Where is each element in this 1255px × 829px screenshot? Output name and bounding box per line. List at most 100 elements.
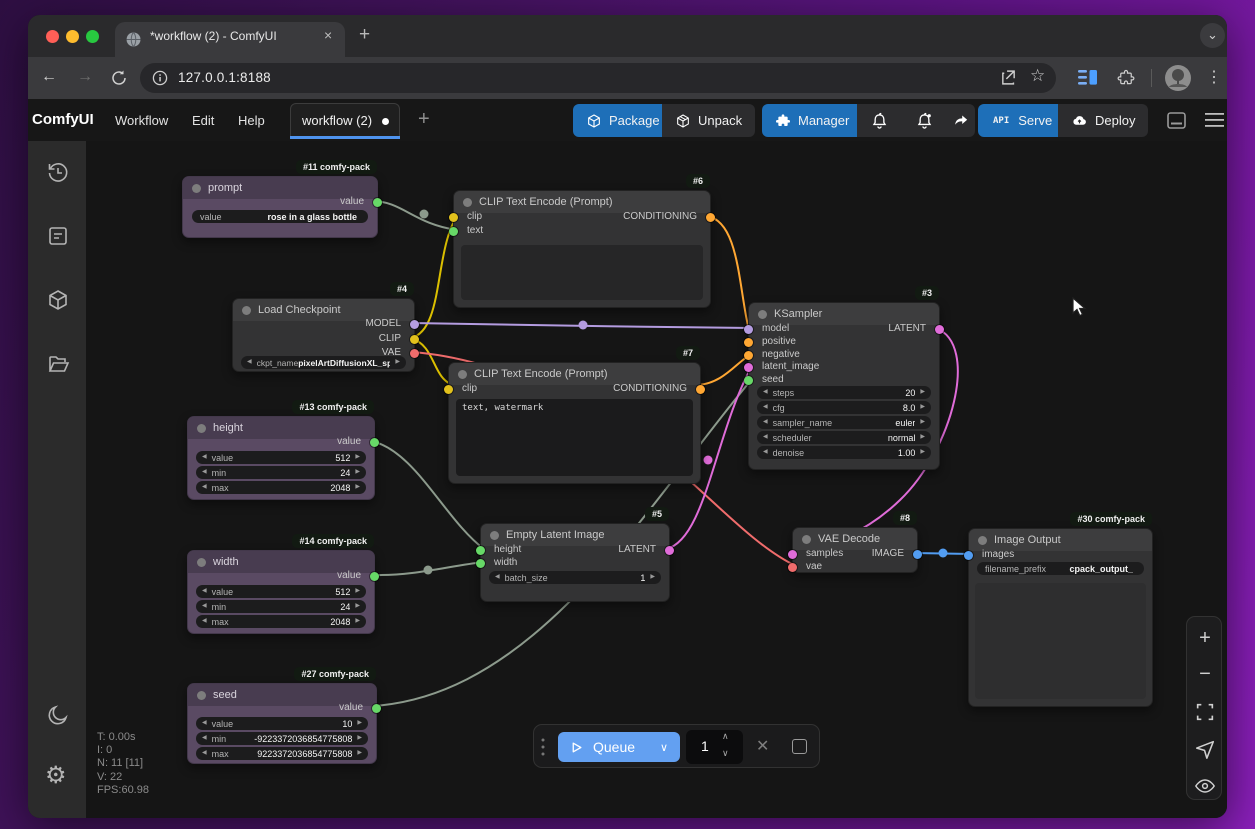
input-port-images[interactable] xyxy=(964,551,973,560)
zoom-in-icon[interactable]: + xyxy=(1194,627,1216,649)
widget-max[interactable]: ◀max2048▶ xyxy=(196,481,366,494)
next-option-icon[interactable]: ▶ xyxy=(920,416,925,429)
input-port-width[interactable] xyxy=(476,559,485,568)
workflows-folder-icon[interactable] xyxy=(46,352,70,376)
node-height[interactable]: #13 comfy-pack height value ◀value512▶ ◀… xyxy=(187,416,375,500)
forward-icon[interactable]: → xyxy=(77,68,93,86)
widget-scheduler[interactable]: ◀ scheduler normal ▶ xyxy=(757,431,931,444)
output-port-value[interactable] xyxy=(372,704,381,713)
input-port-model[interactable] xyxy=(744,325,753,334)
widget-batch-size[interactable]: ◀batch_size1▶ xyxy=(489,571,661,584)
input-port-samples[interactable] xyxy=(788,550,797,559)
browser-menu-icon[interactable]: ⋮ xyxy=(1206,67,1222,87)
widget-cfg[interactable]: ◀ cfg 8.0 ▶ xyxy=(757,401,931,414)
zoom-out-icon[interactable]: − xyxy=(1194,664,1216,686)
output-port-latent[interactable] xyxy=(665,546,674,555)
stop-icon[interactable] xyxy=(792,739,807,754)
output-port-conditioning[interactable] xyxy=(696,385,705,394)
unpack-button[interactable]: Unpack xyxy=(662,104,755,137)
node-load-checkpoint[interactable]: #4 Load Checkpoint MODEL CLIP VAE ◀ ckpt… xyxy=(232,298,415,372)
batch-count-stepper[interactable]: 1 ∧ ∨ xyxy=(686,730,743,764)
widget-value[interactable]: ◀value512▶ xyxy=(196,451,366,464)
input-port-vae[interactable] xyxy=(788,563,797,572)
package-button[interactable]: Package xyxy=(573,104,673,137)
new-workflow-button[interactable]: + xyxy=(418,108,430,131)
theme-moon-icon[interactable] xyxy=(46,703,70,727)
input-port-latent-image[interactable] xyxy=(744,363,753,372)
output-port-value[interactable] xyxy=(370,572,379,581)
widget-min[interactable]: ◀min24▶ xyxy=(196,600,366,613)
decrement-icon[interactable]: ◀ xyxy=(202,732,207,745)
prev-option-icon[interactable]: ◀ xyxy=(763,431,768,444)
minimize-window-button[interactable] xyxy=(66,30,79,43)
output-port-vae[interactable] xyxy=(410,349,419,358)
tab-close-icon[interactable]: × xyxy=(324,27,332,43)
input-port-clip[interactable] xyxy=(449,213,458,222)
output-port-model[interactable] xyxy=(410,320,419,329)
decrement-icon[interactable]: ◀ xyxy=(202,451,207,464)
history-icon[interactable] xyxy=(46,160,70,184)
increment-icon[interactable]: ▶ xyxy=(355,585,360,598)
hamburger-menu-icon[interactable] xyxy=(1205,113,1224,128)
widget-filename-prefix[interactable]: filename_prefixcpack_output_ xyxy=(977,562,1144,575)
decrement-icon[interactable]: ◀ xyxy=(202,600,207,613)
back-icon[interactable]: ← xyxy=(41,68,57,86)
output-port-clip[interactable] xyxy=(410,335,419,344)
decrement-icon[interactable]: ◀ xyxy=(495,571,500,584)
decrement-icon[interactable]: ◀ xyxy=(763,386,768,399)
input-port-height[interactable] xyxy=(476,546,485,555)
toggle-visibility-eye-icon[interactable] xyxy=(1194,775,1216,797)
output-port-value[interactable] xyxy=(373,198,382,207)
settings-gear-icon[interactable]: ⚙ xyxy=(45,764,67,788)
reading-list-icon[interactable] xyxy=(1078,69,1097,86)
widget-value[interactable]: value rose in a glass bottle xyxy=(192,210,368,223)
bookmark-star-icon[interactable]: ☆ xyxy=(1030,66,1045,86)
api-serve-button[interactable]: API Serve xyxy=(978,104,1065,137)
drag-handle-icon[interactable] xyxy=(541,738,545,756)
node-vae-decode[interactable]: #8 VAE Decode samples vae IMAGE xyxy=(792,527,918,573)
widget-steps[interactable]: ◀ steps 20 ▶ xyxy=(757,386,931,399)
input-port-seed[interactable] xyxy=(744,376,753,385)
increment-icon[interactable]: ▶ xyxy=(920,446,925,459)
notification-bell-button[interactable] xyxy=(857,104,902,137)
increment-count-icon[interactable]: ∧ xyxy=(722,731,729,742)
increment-icon[interactable]: ▶ xyxy=(357,717,362,730)
widget-sampler-name[interactable]: ◀ sampler_name euler ▶ xyxy=(757,416,931,429)
output-port-value[interactable] xyxy=(370,438,379,447)
node-prompt[interactable]: #11 comfy-pack prompt value value rose i… xyxy=(182,176,378,238)
increment-icon[interactable]: ▶ xyxy=(355,451,360,464)
tab-search-chevron-icon[interactable]: ⌄ xyxy=(1200,23,1225,48)
output-port-image[interactable] xyxy=(913,550,922,559)
increment-icon[interactable]: ▶ xyxy=(355,481,360,494)
prev-option-icon[interactable]: ◀ xyxy=(247,356,252,369)
input-port-text[interactable] xyxy=(449,227,458,236)
input-port-clip[interactable] xyxy=(444,385,453,394)
decrement-icon[interactable]: ◀ xyxy=(763,446,768,459)
extensions-puzzle-icon[interactable] xyxy=(1117,69,1135,87)
widget-min[interactable]: ◀min24▶ xyxy=(196,466,366,479)
new-tab-button[interactable]: + xyxy=(359,24,370,46)
increment-icon[interactable]: ▶ xyxy=(357,747,362,760)
next-option-icon[interactable]: ▶ xyxy=(395,356,400,369)
decrement-icon[interactable]: ◀ xyxy=(202,747,207,760)
site-info-icon[interactable] xyxy=(152,70,168,86)
widget-ckpt-name[interactable]: ◀ ckpt_name pixelArtDiffusionXL_spriteSh… xyxy=(241,356,406,369)
close-window-button[interactable] xyxy=(46,30,59,43)
node-empty-latent-image[interactable]: #5 Empty Latent Image height width LATEN… xyxy=(480,523,670,602)
widget-value[interactable]: ◀value512▶ xyxy=(196,585,366,598)
prev-option-icon[interactable]: ◀ xyxy=(763,416,768,429)
node-width[interactable]: #14 comfy-pack width value ◀value512▶ ◀m… xyxy=(187,550,375,634)
avatar[interactable] xyxy=(1165,65,1191,91)
node-ksampler[interactable]: #3 KSampler model positive negative late… xyxy=(748,302,940,470)
notification-bell-alt-button[interactable] xyxy=(902,104,947,137)
text-widget[interactable] xyxy=(461,245,703,300)
node-clip-text-encode-negative[interactable]: #7 CLIP Text Encode (Prompt) clip CONDIT… xyxy=(448,362,701,484)
decrement-icon[interactable]: ◀ xyxy=(202,481,207,494)
increment-icon[interactable]: ▶ xyxy=(650,571,655,584)
increment-icon[interactable]: ▶ xyxy=(355,466,360,479)
increment-icon[interactable]: ▶ xyxy=(920,401,925,414)
clear-queue-icon[interactable]: ✕ xyxy=(756,736,769,756)
queue-dropdown-chevron-icon[interactable]: ∨ xyxy=(660,741,668,754)
node-seed[interactable]: #27 comfy-pack seed value ◀value10▶ ◀min… xyxy=(187,683,377,764)
decrement-icon[interactable]: ◀ xyxy=(763,401,768,414)
